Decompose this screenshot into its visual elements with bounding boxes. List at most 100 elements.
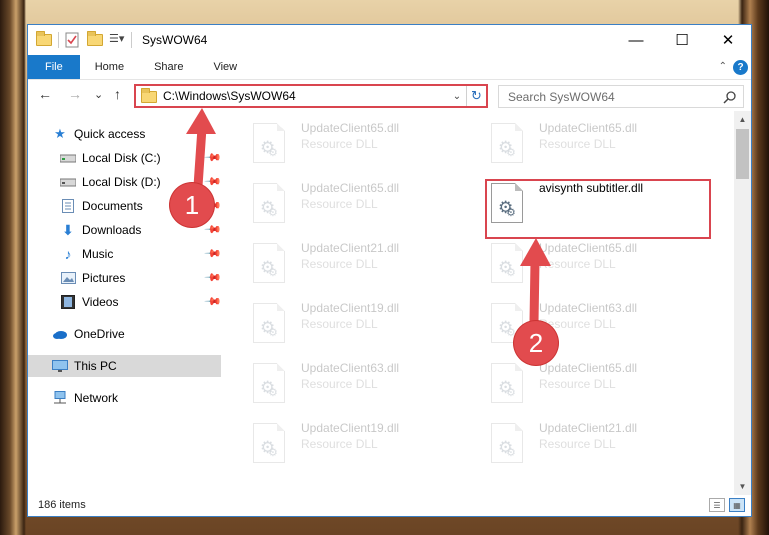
tab-share[interactable]: Share	[139, 55, 198, 79]
nav-item-onedrive[interactable]: OneDrive	[28, 323, 221, 345]
file-name: UpdateClient19.dll	[301, 301, 400, 315]
pin-icon[interactable]: 📌	[203, 220, 222, 239]
customize-toolbar-icon[interactable]: ☰▾	[109, 32, 125, 48]
pin-icon[interactable]: 📌	[203, 292, 222, 311]
divider	[131, 32, 132, 48]
maximize-button[interactable]: ☐	[659, 25, 705, 55]
chevron-up-icon[interactable]: ⌃	[719, 61, 727, 72]
search-input[interactable]: Search SysWOW64	[498, 85, 744, 108]
file-name: UpdateClient21.dll	[539, 421, 638, 435]
scroll-up-icon[interactable]: ▲	[734, 111, 751, 128]
details-view-icon[interactable]: ☰	[709, 498, 725, 512]
file-item[interactable]: ⚙ ⚙ UpdateClient19.dll Resource DLL	[243, 419, 468, 473]
file-list: ⚙ ⚙ UpdateClient65.dll Resource DLL ⚙ ⚙ Upd…	[223, 111, 739, 491]
file-name: UpdateClient65.dll	[539, 361, 638, 375]
videos-icon	[60, 295, 76, 309]
highlight-box	[485, 179, 711, 239]
file-item[interactable]: ⚙ ⚙ UpdateClient21.dll Resource DLL	[481, 419, 706, 473]
documents-icon	[60, 199, 76, 213]
explorer-window: ☰▾ SysWOW64 — ☐ ✕ File Home Share View ⌃…	[27, 24, 752, 517]
new-folder-icon[interactable]	[87, 31, 103, 48]
file-item[interactable]: ⚙ ⚙ UpdateClient65.dll Resource DLL	[243, 119, 468, 173]
forward-arrow-icon[interactable]: →	[68, 86, 82, 102]
tab-home[interactable]: Home	[80, 55, 139, 79]
file-name: UpdateClient21.dll	[301, 241, 400, 255]
file-name: UpdateClient65.dll	[539, 241, 638, 255]
file-item[interactable]: ⚙ ⚙ UpdateClient63.dll Resource DLL	[243, 359, 468, 413]
status-bar: 186 items ☰ ▦	[28, 494, 751, 516]
large-icons-view-icon[interactable]: ▦	[729, 498, 745, 512]
divider	[58, 32, 59, 48]
close-button[interactable]: ✕	[705, 25, 751, 55]
nav-item-music[interactable]: ♪ Music 📌	[28, 243, 222, 265]
nav-item-pictures[interactable]: Pictures 📌	[28, 267, 222, 289]
minimize-button[interactable]: —	[613, 25, 659, 55]
help-icon[interactable]: ?	[733, 60, 748, 75]
nav-item-local-disk-c[interactable]: Local Disk (C:) 📌	[28, 147, 222, 169]
file-type: Resource DLL	[539, 137, 616, 151]
dll-file-icon: ⚙ ⚙	[491, 123, 523, 163]
file-item[interactable]: ⚙ ⚙ UpdateClient65.dll Resource DLL	[481, 239, 706, 293]
dll-file-icon: ⚙ ⚙	[491, 243, 523, 283]
network-icon	[52, 391, 68, 405]
tab-file[interactable]: File	[28, 55, 80, 79]
music-icon: ♪	[64, 246, 72, 262]
file-type: Resource DLL	[539, 437, 616, 451]
nav-label: Network	[74, 391, 119, 405]
file-type: Resource DLL	[301, 137, 378, 151]
step-1-badge: 1	[170, 183, 214, 227]
monitor-icon	[52, 359, 68, 373]
nav-item-quick-access[interactable]: ★ Quick access	[28, 123, 221, 145]
up-arrow-icon[interactable]: ↑	[114, 86, 121, 102]
address-path[interactable]: C:\Windows\SysWOW64	[163, 89, 448, 103]
cloud-icon	[52, 327, 68, 341]
chevron-down-icon[interactable]: ⌄	[448, 91, 466, 102]
dll-file-icon: ⚙ ⚙	[253, 363, 285, 403]
folder-icon[interactable]	[36, 31, 52, 48]
refresh-icon[interactable]: ↻	[466, 86, 486, 106]
file-type: Resource DLL	[301, 317, 378, 331]
nav-label: Local Disk (D:)	[82, 175, 161, 189]
pictures-icon	[60, 271, 76, 285]
file-name: UpdateClient65.dll	[301, 121, 400, 135]
file-item[interactable]: ⚙ ⚙ UpdateClient65.dll Resource DLL	[481, 359, 706, 413]
file-item[interactable]: ⚙ ⚙ UpdateClient19.dll Resource DLL	[243, 299, 468, 353]
nav-item-this-pc[interactable]: This PC	[28, 355, 221, 377]
file-name: UpdateClient65.dll	[301, 181, 400, 195]
file-item[interactable]: ⚙ ⚙ UpdateClient65.dll Resource DLL	[481, 119, 706, 173]
search-icon	[723, 91, 736, 104]
pin-icon[interactable]: 📌	[203, 268, 222, 287]
drive-icon	[60, 151, 76, 165]
address-bar[interactable]: C:\Windows\SysWOW64 ⌄ ↻	[134, 84, 488, 108]
file-type: Resource DLL	[539, 377, 616, 391]
folder-icon	[141, 88, 157, 103]
dll-file-icon: ⚙ ⚙	[253, 303, 285, 343]
nav-label: This PC	[74, 359, 117, 373]
dll-file-icon: ⚙ ⚙	[491, 423, 523, 463]
file-item[interactable]: ⚙ ⚙ UpdateClient65.dll Resource DLL	[243, 179, 468, 233]
pin-icon[interactable]: 📌	[203, 244, 222, 263]
properties-icon[interactable]	[65, 32, 81, 48]
search-placeholder: Search SysWOW64	[508, 89, 615, 104]
nav-label: Quick access	[74, 127, 146, 141]
tab-view[interactable]: View	[198, 55, 252, 79]
pin-icon[interactable]: 📌	[203, 148, 222, 167]
dll-file-icon: ⚙ ⚙	[253, 423, 285, 463]
back-arrow-icon[interactable]: ←	[38, 86, 52, 102]
nav-item-network[interactable]: Network	[28, 387, 221, 409]
dll-file-icon: ⚙ ⚙	[253, 183, 285, 223]
file-name: UpdateClient63.dll	[539, 301, 638, 315]
file-type: Resource DLL	[301, 197, 378, 211]
drive-icon	[60, 175, 76, 189]
window-title: SysWOW64	[142, 33, 208, 47]
vertical-scrollbar[interactable]: ▲ ▼	[734, 111, 751, 495]
ribbon-tabs: File Home Share View ⌃ ?	[28, 55, 751, 80]
item-count: 186 items	[38, 499, 86, 511]
chevron-down-icon[interactable]: ⌄	[94, 88, 103, 101]
address-row: ← → ⌄ ↑ C:\Windows\SysWOW64 ⌄ ↻ Search S…	[28, 81, 751, 111]
file-item[interactable]: ⚙ ⚙ UpdateClient21.dll Resource DLL	[243, 239, 468, 293]
nav-item-videos[interactable]: Videos 📌	[28, 291, 222, 313]
scroll-thumb[interactable]	[736, 129, 749, 179]
scroll-down-icon[interactable]: ▼	[734, 478, 751, 495]
file-type: Resource DLL	[539, 317, 616, 331]
